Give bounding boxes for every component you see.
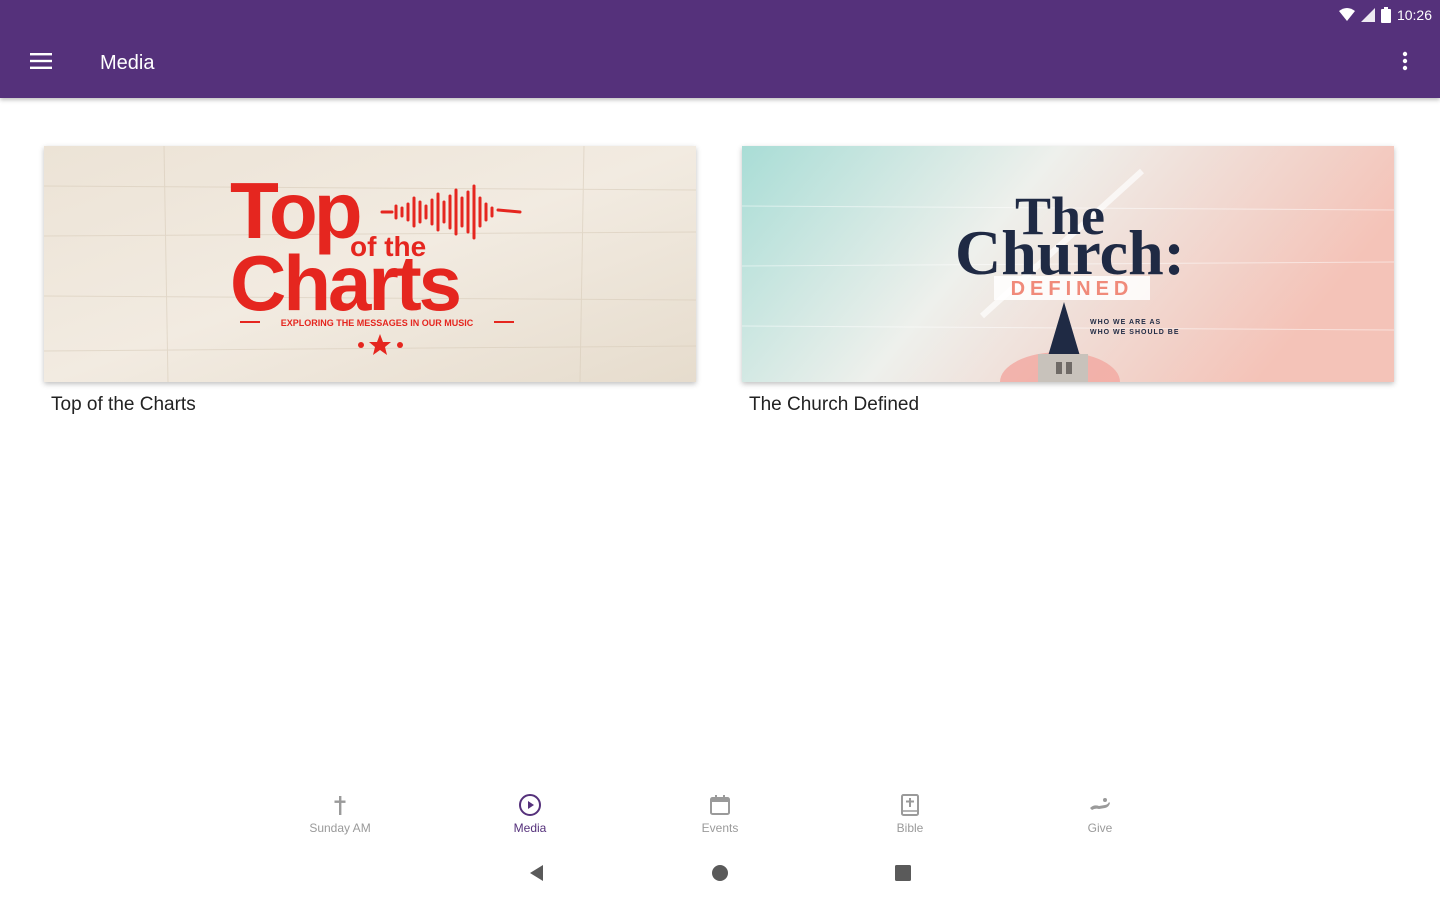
- system-navigation-bar: [0, 850, 1440, 896]
- series-artwork: The Church: DEFINED WHO WE ARE AS WHO WE…: [742, 146, 1394, 382]
- more-vertical-icon: [1402, 51, 1408, 76]
- battery-icon: [1380, 7, 1391, 23]
- app-bar: 10:26 Media: [0, 0, 1440, 98]
- media-card-the-church-defined[interactable]: The Church: DEFINED WHO WE ARE AS WHO WE…: [742, 146, 1394, 416]
- series-artwork: Top of the Charts EXPLORING THE MESSAGES…: [44, 146, 696, 382]
- back-triangle-icon: [528, 864, 546, 887]
- calendar-icon: [708, 785, 732, 817]
- signal-icon: [1360, 8, 1375, 22]
- overflow-menu-button[interactable]: [1386, 44, 1424, 82]
- nav-item-events[interactable]: Events: [660, 785, 780, 841]
- wifi-icon: [1338, 8, 1355, 22]
- bottom-navigation: Sunday AM Media Events Bible Give: [0, 785, 1440, 845]
- media-card-top-of-the-charts[interactable]: Top of the Charts EXPLORING THE MESSAGES…: [44, 146, 696, 416]
- nav-label: Sunday AM: [309, 821, 371, 835]
- art-small-line-1: WHO WE ARE AS: [1090, 319, 1161, 326]
- art-title-defined: DEFINED: [1011, 278, 1134, 300]
- card-title: Top of the Charts: [51, 394, 196, 415]
- nav-label: Give: [1087, 821, 1113, 835]
- status-time: 10:26: [1396, 7, 1432, 23]
- cross-icon: [328, 785, 352, 817]
- nav-label: Bible: [896, 821, 924, 835]
- play-circle-icon: [518, 785, 542, 817]
- status-bar: 10:26: [1338, 4, 1432, 26]
- page-title: Media: [100, 52, 155, 74]
- art-small-line-2: WHO WE SHOULD BE: [1090, 329, 1180, 336]
- give-hand-icon: [1088, 785, 1112, 817]
- art-tagline: EXPLORING THE MESSAGES IN OUR MUSIC: [281, 318, 474, 328]
- hamburger-icon: [30, 52, 52, 74]
- art-title-charts: Charts: [230, 239, 460, 327]
- home-circle-icon: [711, 864, 729, 887]
- nav-label: Media: [513, 821, 547, 835]
- nav-item-give[interactable]: Give: [1040, 785, 1160, 841]
- nav-label: Events: [701, 821, 739, 835]
- nav-item-bible[interactable]: Bible: [850, 785, 970, 841]
- card-title: The Church Defined: [749, 394, 920, 415]
- back-button[interactable]: [522, 860, 552, 890]
- nav-item-sunday-am[interactable]: Sunday AM: [280, 785, 400, 841]
- menu-button[interactable]: [22, 44, 60, 82]
- recents-button[interactable]: [888, 860, 918, 890]
- recents-square-icon: [894, 864, 912, 887]
- nav-item-media[interactable]: Media: [470, 785, 590, 841]
- bible-icon: [898, 785, 922, 817]
- home-button[interactable]: [705, 860, 735, 890]
